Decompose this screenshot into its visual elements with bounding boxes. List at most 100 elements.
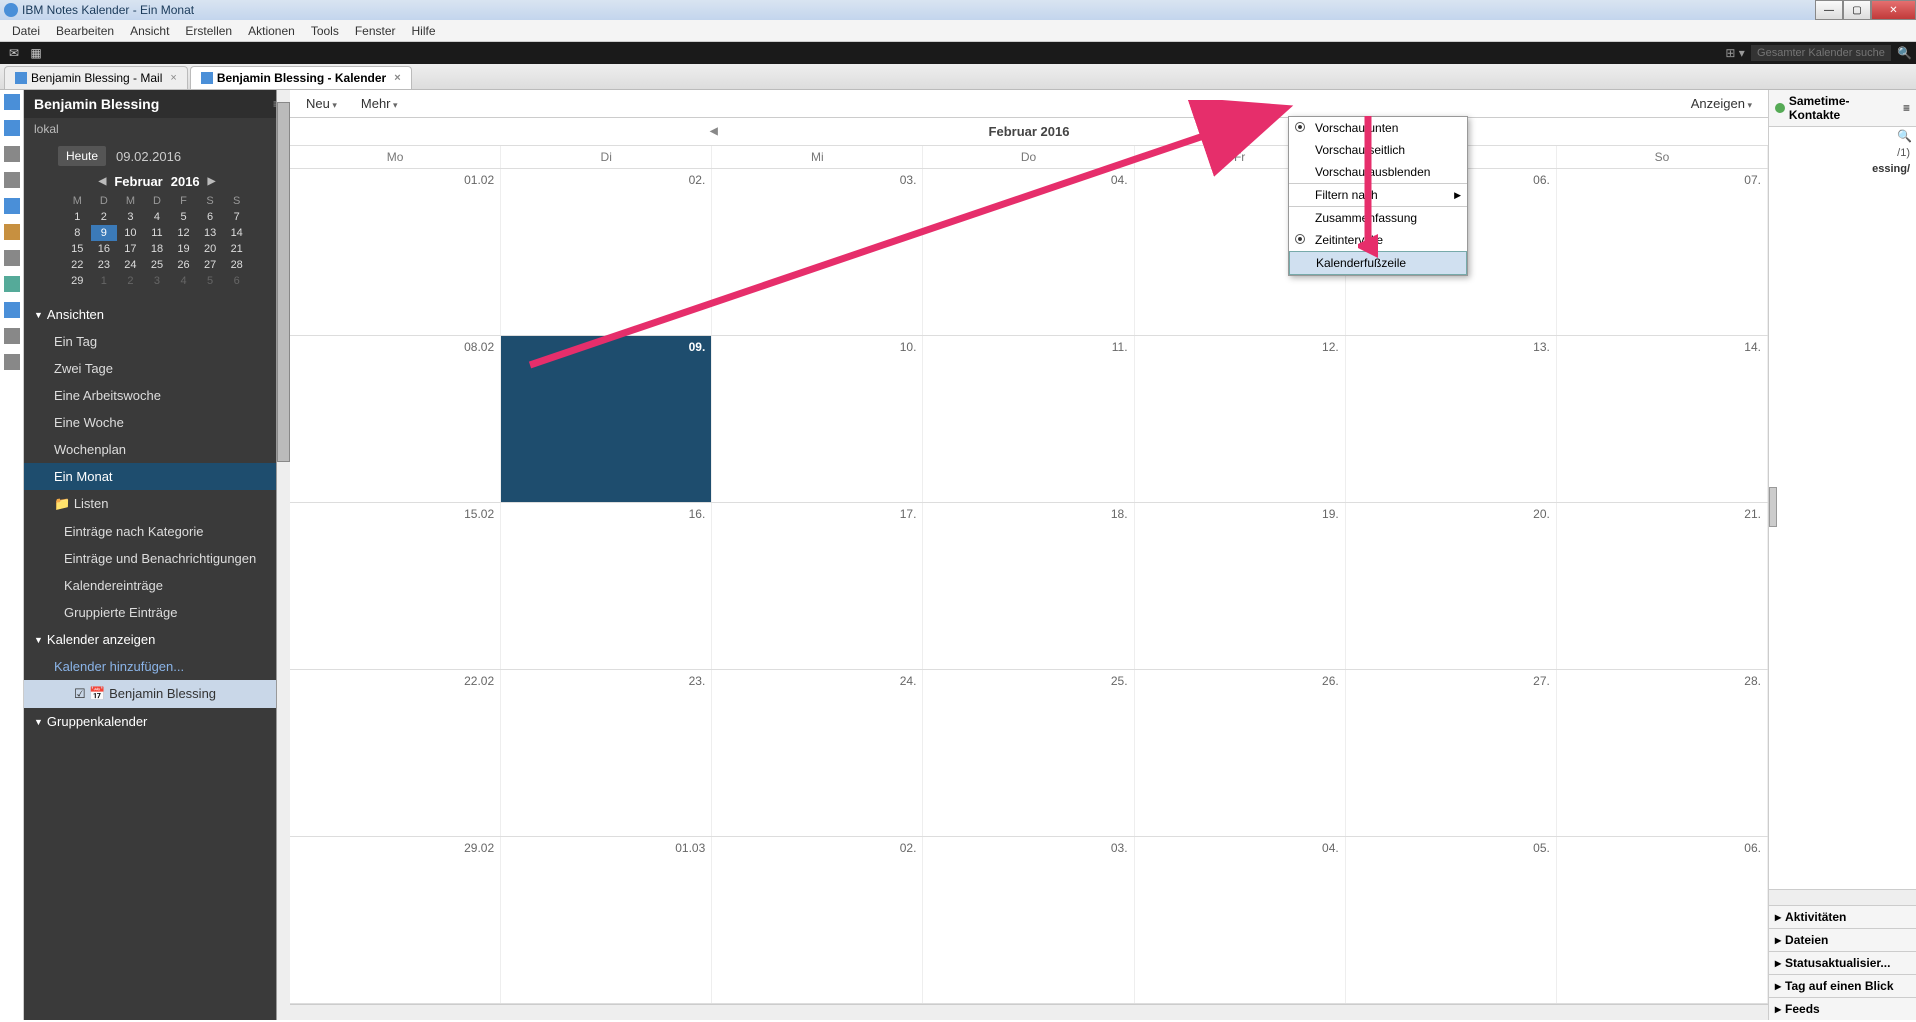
tab-mail[interactable]: Benjamin Blessing - Mail × bbox=[4, 66, 188, 89]
mini-day[interactable]: 16 bbox=[91, 241, 118, 257]
mini-day[interactable]: 5 bbox=[170, 209, 197, 225]
day-cell[interactable]: 24. bbox=[712, 670, 923, 836]
tab-calendar[interactable]: Benjamin Blessing - Kalender × bbox=[190, 66, 412, 89]
search-icon[interactable]: 🔍 bbox=[1897, 46, 1912, 60]
nav-item-user-calendar[interactable]: ☑ 📅 Benjamin Blessing bbox=[24, 680, 290, 708]
dropdown-item[interactable]: Vorschau ausblenden bbox=[1289, 161, 1467, 183]
minimize-button[interactable]: — bbox=[1815, 0, 1843, 20]
menu-ansicht[interactable]: Ansicht bbox=[122, 21, 177, 41]
day-cell[interactable]: 03. bbox=[923, 837, 1134, 1003]
nav-heading-listen[interactable]: 📁 Listen bbox=[24, 490, 290, 518]
horizontal-scrollbar[interactable] bbox=[290, 1004, 1768, 1020]
close-icon[interactable]: × bbox=[394, 72, 400, 84]
nav-heading-gruppenkalender[interactable]: Gruppenkalender bbox=[24, 708, 290, 735]
mini-day[interactable]: 3 bbox=[144, 273, 171, 289]
day-cell[interactable]: 26. bbox=[1135, 670, 1346, 836]
day-cell[interactable]: 08.02 bbox=[290, 336, 501, 502]
menu-aktionen[interactable]: Aktionen bbox=[240, 21, 303, 41]
folder-icon[interactable] bbox=[4, 224, 20, 240]
mini-day[interactable]: 5 bbox=[197, 273, 224, 289]
search-input[interactable] bbox=[1751, 45, 1891, 61]
day-cell[interactable]: 18. bbox=[923, 503, 1134, 669]
day-cell[interactable]: 15.02 bbox=[290, 503, 501, 669]
menu-hilfe[interactable]: Hilfe bbox=[404, 21, 444, 41]
chevron-left-icon[interactable]: ◀ bbox=[99, 176, 107, 187]
menu-bearbeiten[interactable]: Bearbeiten bbox=[48, 21, 122, 41]
sametime-icon[interactable] bbox=[4, 276, 20, 292]
replication-icon[interactable] bbox=[4, 250, 20, 266]
mini-day[interactable]: 9 bbox=[91, 225, 118, 241]
house-icon[interactable] bbox=[4, 354, 20, 370]
panel-tag[interactable]: ▸ Tag auf einen Blick bbox=[1769, 974, 1916, 997]
nav-item-einmonat[interactable]: Ein Monat bbox=[24, 463, 290, 490]
nav-item-add[interactable]: Kalender hinzufügen... bbox=[24, 653, 290, 680]
maximize-button[interactable]: ▢ bbox=[1843, 0, 1871, 20]
nav-item-wochenplan[interactable]: Wochenplan bbox=[24, 436, 290, 463]
mini-day[interactable]: 8 bbox=[64, 225, 91, 241]
day-cell[interactable]: 11. bbox=[923, 336, 1134, 502]
mehr-button[interactable]: Mehr bbox=[353, 93, 406, 114]
drag-handle[interactable] bbox=[1769, 487, 1777, 527]
nav-heading-ansichten[interactable]: Ansichten bbox=[24, 301, 290, 328]
day-cell[interactable]: 02. bbox=[501, 169, 712, 335]
today-button[interactable]: Heute bbox=[58, 146, 106, 166]
mini-day[interactable]: 12 bbox=[170, 225, 197, 241]
mini-day[interactable]: 26 bbox=[170, 257, 197, 273]
day-cell[interactable]: 14. bbox=[1557, 336, 1768, 502]
mini-day[interactable]: 11 bbox=[144, 225, 171, 241]
day-cell[interactable]: 25. bbox=[923, 670, 1134, 836]
mini-calendar[interactable]: MDMDFSS123456789101112131415161718192021… bbox=[24, 193, 290, 297]
panel-aktivitaeten[interactable]: ▸ Aktivitäten bbox=[1769, 905, 1916, 928]
day-cell[interactable]: 28. bbox=[1557, 670, 1768, 836]
mini-day[interactable]: 15 bbox=[64, 241, 91, 257]
search-icon[interactable]: 🔍 bbox=[1897, 129, 1912, 143]
mini-day[interactable]: 17 bbox=[117, 241, 144, 257]
menu-erstellen[interactable]: Erstellen bbox=[177, 21, 240, 41]
mini-day[interactable]: 24 bbox=[117, 257, 144, 273]
day-cell[interactable]: 09. bbox=[501, 336, 712, 502]
dropdown-item[interactable]: Vorschau unten bbox=[1289, 117, 1467, 139]
mini-day[interactable]: 14 bbox=[223, 225, 250, 241]
menu-datei[interactable]: Datei bbox=[4, 21, 48, 41]
nav-item-kategorie[interactable]: Einträge nach Kategorie bbox=[24, 518, 290, 545]
scrollbar[interactable] bbox=[1769, 889, 1916, 905]
anzeigen-button[interactable]: Anzeigen bbox=[1683, 93, 1760, 114]
day-cell[interactable]: 19. bbox=[1135, 503, 1346, 669]
panel-dateien[interactable]: ▸ Dateien bbox=[1769, 928, 1916, 951]
mini-day[interactable]: 25 bbox=[144, 257, 171, 273]
mini-day[interactable]: 19 bbox=[170, 241, 197, 257]
day-cell[interactable]: 04. bbox=[1135, 837, 1346, 1003]
mini-day[interactable]: 29 bbox=[64, 273, 91, 289]
menu-tools[interactable]: Tools bbox=[303, 21, 347, 41]
mini-day[interactable]: 13 bbox=[197, 225, 224, 241]
dropdown-item[interactable]: Vorschau seitlich bbox=[1289, 139, 1467, 161]
todo-icon[interactable] bbox=[4, 198, 20, 214]
day-cell[interactable]: 03. bbox=[712, 169, 923, 335]
neu-button[interactable]: Neu bbox=[298, 93, 345, 114]
mini-day[interactable]: 6 bbox=[223, 273, 250, 289]
mini-day[interactable]: 28 bbox=[223, 257, 250, 273]
chevron-left-icon[interactable]: ◀ bbox=[710, 126, 718, 137]
mini-day[interactable]: 2 bbox=[91, 209, 118, 225]
close-button[interactable]: ✕ bbox=[1871, 0, 1916, 20]
nav-item-arbeitswoche[interactable]: Eine Arbeitswoche bbox=[24, 382, 290, 409]
day-cell[interactable]: 22.02 bbox=[290, 670, 501, 836]
mini-day[interactable]: 6 bbox=[197, 209, 224, 225]
mini-day[interactable]: 18 bbox=[144, 241, 171, 257]
mini-day[interactable]: 4 bbox=[144, 209, 171, 225]
home-icon[interactable] bbox=[4, 94, 20, 110]
dropdown-item[interactable]: Filtern nach ▶ bbox=[1289, 183, 1467, 206]
mini-day[interactable]: 27 bbox=[197, 257, 224, 273]
nav-item-eintag[interactable]: Ein Tag bbox=[24, 328, 290, 355]
sidebar-scrollbar[interactable] bbox=[276, 90, 290, 1020]
nav-item-zweitage[interactable]: Zwei Tage bbox=[24, 355, 290, 382]
calendar-icon[interactable]: ▦ bbox=[26, 43, 46, 63]
day-cell[interactable]: 10. bbox=[712, 336, 923, 502]
sametime-header[interactable]: Sametime-Kontakte ≡ bbox=[1769, 90, 1916, 127]
day-cell[interactable]: 29.02 bbox=[290, 837, 501, 1003]
day-cell[interactable]: 01.03 bbox=[501, 837, 712, 1003]
mini-day[interactable]: 22 bbox=[64, 257, 91, 273]
mini-day[interactable]: 20 bbox=[197, 241, 224, 257]
day-cell[interactable]: 21. bbox=[1557, 503, 1768, 669]
chevron-right-icon[interactable]: ▶ bbox=[208, 176, 216, 187]
